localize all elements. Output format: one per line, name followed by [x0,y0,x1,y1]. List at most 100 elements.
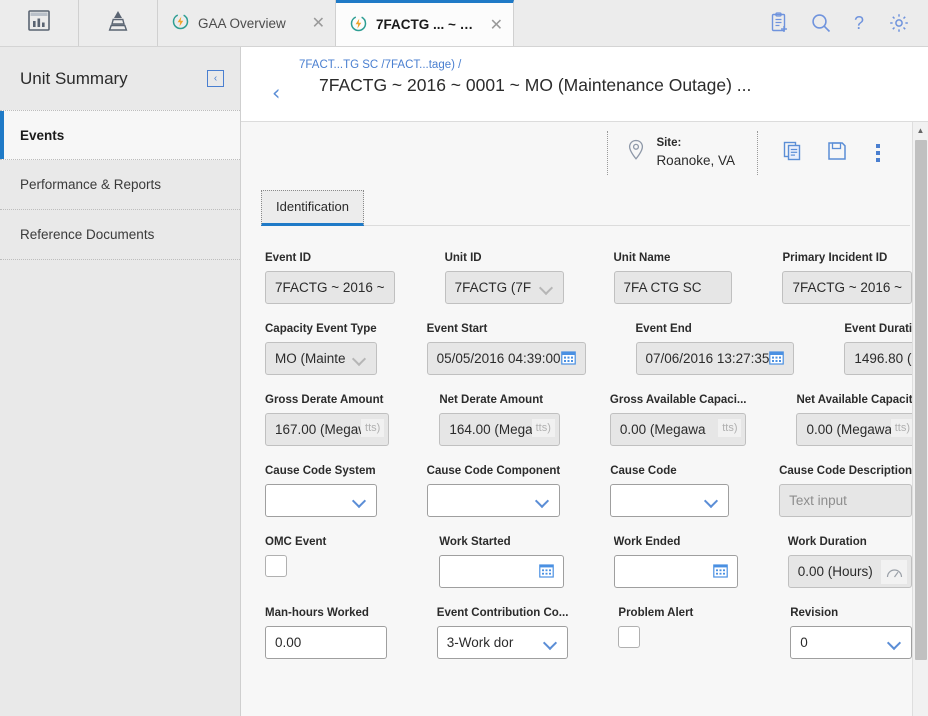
settings-gear-icon[interactable] [888,12,910,34]
new-record-icon[interactable] [769,12,790,34]
field-label: Revision [790,607,839,619]
revision-select[interactable]: 0 [790,626,912,659]
field-capacity-event-type: Capacity Event Type MO (Mainte [265,323,377,375]
breadcrumb[interactable]: 7FACT...TG SC /7FACT...tage) / [299,59,461,71]
field-label: Event ID [265,252,312,264]
sidebar-item-events[interactable]: Events [0,110,240,160]
field-label: Cause Code Description [779,465,912,477]
capacity-event-type-select[interactable]: MO (Mainte [265,342,377,375]
record-toolbar: Site: Roanoke, VA [257,122,912,184]
chevron-down-icon [705,494,719,508]
event-contribution-code-select[interactable]: 3-Work dor [436,626,569,659]
field-label: Capacity Event Type [265,323,377,335]
gross-available-capacity-input[interactable]: 0.00 (Megawa tts) [609,413,747,446]
man-hours-worked-input[interactable]: 0.00 [265,626,387,659]
chevron-down-icon [544,636,558,650]
save-floppy-icon[interactable] [826,140,848,167]
help-icon[interactable]: ? [852,12,868,34]
event-end-datetime[interactable]: 07/06/2016 13:27:35 [635,342,795,375]
left-sidebar: Unit Summary ‹ Events Performance & Repo… [0,47,241,716]
field-value: 7FA CTG SC [623,280,702,295]
record-title: 7FACTG ~ 2016 ~ 0001 ~ MO (Maintenance O… [319,75,752,95]
kebab-menu-icon[interactable] [870,142,886,164]
pyramid-hierarchy-icon [104,8,132,39]
sidebar-item-reference-documents[interactable]: Reference Documents [0,210,240,260]
work-ended-datetime[interactable] [613,555,738,588]
chevron-down-icon [353,494,367,508]
gauge-icon[interactable] [881,560,907,584]
field-cause-code: Cause Code [610,465,730,517]
work-started-datetime[interactable] [439,555,564,588]
browser-tab-7factg-new[interactable]: 7FACTG ... ~ New ✕ [336,0,514,46]
hierarchy-button[interactable] [79,0,158,46]
cause-code-system-select[interactable] [265,484,377,517]
unit-name-input[interactable]: 7FA CTG SC [613,271,733,304]
omc-event-checkbox[interactable] [265,555,287,577]
close-icon[interactable]: ✕ [312,15,325,31]
search-icon[interactable] [810,12,832,34]
copy-record-icon[interactable] [782,140,804,167]
back-button[interactable]: ‹ [272,83,280,104]
record-content: Site: Roanoke, VA Identification Event I… [241,122,928,716]
form-row: OMC Event Work Started Work Ended Work D… [265,536,912,588]
scrollbar-thumb[interactable] [915,140,927,660]
calendar-icon[interactable] [538,563,554,581]
record-tabstrip: Identification [261,184,910,226]
close-icon[interactable]: ✕ [490,16,503,33]
event-start-datetime[interactable]: 05/05/2016 04:39:00 [426,342,586,375]
identification-form: Event ID 7FACTG ~ 2016 ~ Unit ID 7FACTG … [257,226,928,659]
primary-incident-id-input[interactable]: 7FACTG ~ 2016 ~ [782,271,912,304]
browser-tab-gaa-overview[interactable]: GAA Overview ✕ [158,0,336,46]
gross-derate-amount-input[interactable]: 167.00 (Megawat tts) [265,413,390,446]
vertical-scrollbar[interactable]: ▲ [912,122,928,716]
field-value: 0 [800,635,808,650]
field-label: Net Available Capacity [796,394,919,406]
field-placeholder: Text input [789,493,847,508]
field-value: MO (Mainte [275,351,346,366]
field-value: 07/06/2016 13:27:35 [645,351,770,366]
field-problem-alert: Problem Alert [618,607,740,659]
field-primary-incident-id: Primary Incident ID 7FACTG ~ 2016 ~ [782,252,912,304]
event-id-input[interactable]: 7FACTG ~ 2016 ~ [265,271,395,304]
sidebar-item-performance-reports[interactable]: Performance & Reports [0,160,240,210]
calendar-icon[interactable] [712,563,728,581]
field-cause-code-component: Cause Code Component [426,465,561,517]
field-label: Work Ended [613,536,681,548]
field-event-contribution-code: Event Contribution Co... 3-Work dor [436,607,569,659]
dashboard-button[interactable] [0,0,79,46]
field-gross-derate-amount: Gross Derate Amount 167.00 (Megawat tts) [265,394,390,446]
field-value: 7FACTG (7F [454,280,532,295]
unit-suffix: tts) [890,419,914,437]
field-label: Work Duration [787,536,867,548]
tab-label: GAA Overview [198,15,286,31]
net-available-capacity-input[interactable]: 0.00 (Megawa tts) [796,413,919,446]
calendar-icon[interactable] [560,350,576,368]
field-label: Cause Code Component [426,465,561,477]
calendar-icon[interactable] [769,350,785,368]
work-duration-input[interactable]: 0.00 (Hours) [787,555,912,588]
field-value: 05/05/2016 04:39:00 [436,351,561,366]
field-label: Event End [635,323,692,335]
tab-identification[interactable]: Identification [261,190,364,226]
problem-alert-checkbox[interactable] [618,626,641,648]
field-net-derate-amount: Net Derate Amount 164.00 (Megawa tts) [439,394,560,446]
form-row: Man-hours Worked 0.00 Event Contribution… [265,607,912,659]
field-label: Primary Incident ID [782,252,888,264]
energy-bolt-icon [350,15,367,35]
cause-code-description-input[interactable]: Text input [779,484,912,517]
scroll-up-arrow[interactable]: ▲ [913,122,928,138]
field-label: Event Start [426,323,488,335]
page-header: 7FACT...TG SC /7FACT...tage) / ‹ 7FACTG … [241,47,928,122]
sidebar-collapse-button[interactable]: ‹ [207,70,224,87]
field-label: OMC Event [265,536,327,548]
unit-id-select[interactable]: 7FACTG (7F [444,271,564,304]
chevron-down-icon [536,494,550,508]
dashboard-chart-icon [26,9,52,38]
cause-code-component-select[interactable] [426,484,561,517]
net-derate-amount-input[interactable]: 164.00 (Megawa tts) [439,413,560,446]
site-label: Site: [656,137,682,150]
cause-code-select[interactable] [610,484,730,517]
field-unit-id: Unit ID 7FACTG (7F [444,252,564,304]
chevron-down-icon [540,281,554,295]
form-row: Cause Code System Cause Code Component C… [265,465,912,517]
